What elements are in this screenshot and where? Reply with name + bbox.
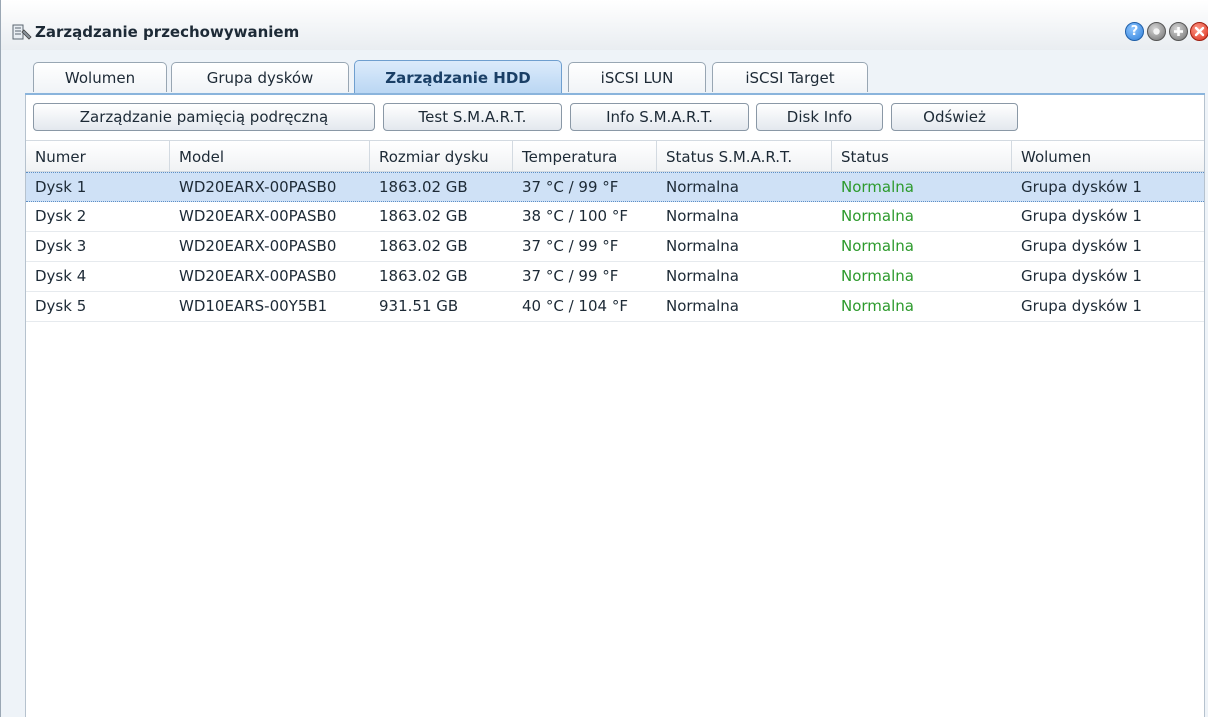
cell-wolumen: Grupa dysków 1	[1021, 297, 1142, 315]
tab-strip-divider	[25, 93, 1205, 95]
storage-manager-window: Zarządzanie przechowywaniem ? Wolumen Gr…	[0, 0, 1208, 717]
cell-temperatura: 38 °C / 100 °F	[522, 207, 628, 225]
cell-rozmiar: 931.51 GB	[379, 297, 459, 315]
cell-numer: Dysk 3	[35, 237, 87, 255]
cell-rozmiar: 1863.02 GB	[379, 267, 468, 285]
cell-numer: Dysk 2	[35, 207, 87, 225]
cell-temperatura: 37 °C / 99 °F	[522, 267, 619, 285]
cell-temperatura: 37 °C / 99 °F	[522, 178, 619, 196]
cell-temperatura: 37 °C / 99 °F	[522, 237, 619, 255]
cell-status: Normalna	[841, 237, 914, 255]
column-header-model[interactable]: Model	[170, 141, 370, 173]
minimize-icon[interactable]	[1147, 22, 1166, 41]
cell-status-smart: Normalna	[666, 207, 739, 225]
cell-status: Normalna	[841, 267, 914, 285]
column-header-wolumen[interactable]: Wolumen	[1012, 141, 1204, 173]
cell-status-smart: Normalna	[666, 297, 739, 315]
cell-rozmiar: 1863.02 GB	[379, 237, 468, 255]
cell-rozmiar: 1863.02 GB	[379, 178, 468, 196]
tab-iscsi-lun[interactable]: iSCSI LUN	[568, 62, 706, 92]
column-header-status[interactable]: Status	[832, 141, 1012, 173]
close-icon[interactable]	[1190, 22, 1208, 41]
cell-model: WD20EARX-00PASB0	[179, 178, 337, 196]
cell-temperatura: 40 °C / 104 °F	[522, 297, 628, 315]
cell-numer: Dysk 1	[35, 178, 87, 196]
table-row[interactable]: Dysk 5 WD10EARS-00Y5B1 931.51 GB 40 °C /…	[26, 292, 1204, 322]
tab-iscsi-target[interactable]: iSCSI Target	[712, 62, 868, 92]
smart-test-button[interactable]: Test S.M.A.R.T.	[383, 103, 562, 131]
column-header-rozmiar[interactable]: Rozmiar dysku	[370, 141, 513, 173]
cell-status: Normalna	[841, 178, 914, 196]
cell-model: WD20EARX-00PASB0	[179, 237, 337, 255]
storage-manager-icon	[11, 22, 33, 42]
cell-numer: Dysk 4	[35, 267, 87, 285]
cell-wolumen: Grupa dysków 1	[1021, 267, 1142, 285]
cell-wolumen: Grupa dysków 1	[1021, 237, 1142, 255]
table-row[interactable]: Dysk 3 WD20EARX-00PASB0 1863.02 GB 37 °C…	[26, 232, 1204, 262]
tab-zarzadzanie-hdd[interactable]: Zarządzanie HDD	[354, 60, 562, 94]
maximize-icon[interactable]	[1169, 22, 1188, 41]
table-header: Numer Model Rozmiar dysku Temperatura St…	[26, 140, 1204, 173]
cell-model: WD20EARX-00PASB0	[179, 267, 337, 285]
column-header-temperatura[interactable]: Temperatura	[513, 141, 657, 173]
window-title: Zarządzanie przechowywaniem	[35, 23, 300, 41]
help-icon[interactable]: ?	[1125, 22, 1144, 41]
cell-status-smart: Normalna	[666, 267, 739, 285]
cell-wolumen: Grupa dysków 1	[1021, 178, 1142, 196]
cell-status-smart: Normalna	[666, 237, 739, 255]
smart-info-button[interactable]: Info S.M.A.R.T.	[570, 103, 749, 131]
cell-wolumen: Grupa dysków 1	[1021, 207, 1142, 225]
cell-status: Normalna	[841, 297, 914, 315]
cell-model: WD20EARX-00PASB0	[179, 207, 337, 225]
cell-status-smart: Normalna	[666, 178, 739, 196]
cell-status: Normalna	[841, 207, 914, 225]
tab-grupa-dyskow[interactable]: Grupa dysków	[171, 62, 349, 92]
title-bar[interactable]: Zarządzanie przechowywaniem ?	[1, 0, 1208, 50]
cache-management-button[interactable]: Zarządzanie pamięcią podręczną	[33, 103, 375, 131]
cell-rozmiar: 1863.02 GB	[379, 207, 468, 225]
tab-wolumen[interactable]: Wolumen	[33, 62, 167, 92]
table-row[interactable]: Dysk 4 WD20EARX-00PASB0 1863.02 GB 37 °C…	[26, 262, 1204, 292]
table-row[interactable]: Dysk 1 WD20EARX-00PASB0 1863.02 GB 37 °C…	[26, 172, 1204, 202]
cell-model: WD10EARS-00Y5B1	[179, 297, 328, 315]
column-header-numer[interactable]: Numer	[26, 141, 170, 173]
table-row[interactable]: Dysk 2 WD20EARX-00PASB0 1863.02 GB 38 °C…	[26, 202, 1204, 232]
column-header-status-smart[interactable]: Status S.M.A.R.T.	[657, 141, 832, 173]
disk-info-button[interactable]: Disk Info	[756, 103, 883, 131]
refresh-button[interactable]: Odśwież	[891, 103, 1018, 131]
cell-numer: Dysk 5	[35, 297, 87, 315]
